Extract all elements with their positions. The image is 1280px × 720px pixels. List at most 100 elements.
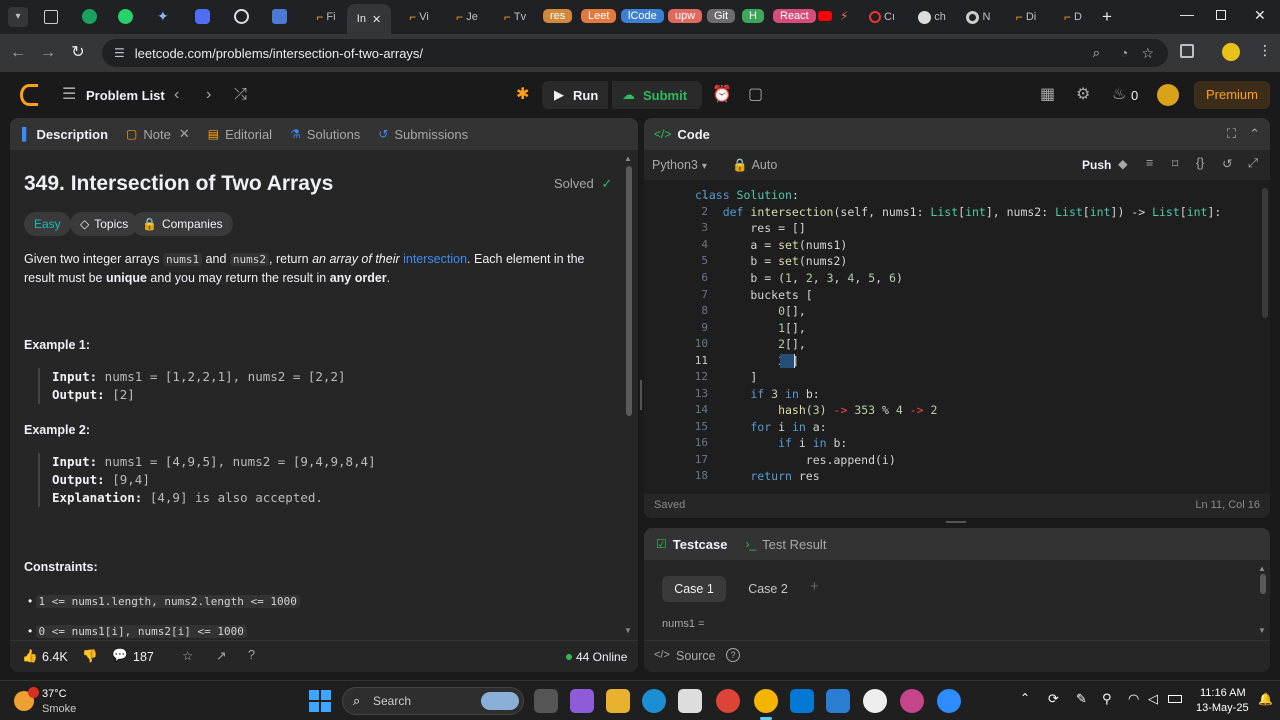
browser-tab-c[interactable]: Cı	[862, 4, 902, 30]
browser-tab-n[interactable]: N	[960, 4, 996, 30]
zoom-app-icon[interactable]	[937, 689, 961, 713]
comment-icon[interactable]: 💬	[112, 648, 128, 663]
streak-fire-icon[interactable]: ♨	[1112, 85, 1126, 105]
zoom-icon[interactable]: ⌕	[1093, 45, 1100, 61]
code-line[interactable]: if i in b:	[695, 436, 847, 450]
task-view-icon[interactable]	[534, 689, 558, 713]
description-scrollbar[interactable]	[626, 166, 632, 416]
scroll-up-icon[interactable]: ▲	[1258, 564, 1266, 573]
tray-pen-icon[interactable]: ✎	[1076, 691, 1087, 707]
code-line[interactable]: class Solution:	[695, 188, 799, 202]
pinned-tab-green-icon[interactable]	[82, 9, 97, 24]
shuffle-icon[interactable]: ⤮	[234, 85, 247, 105]
help-question-icon[interactable]: ?	[248, 648, 255, 662]
tab-editorial[interactable]: ▤ Editorial	[208, 127, 272, 142]
braces-icon[interactable]: {}	[1196, 156, 1204, 170]
teams-icon[interactable]	[900, 689, 924, 713]
panel-resize-handle[interactable]	[640, 380, 642, 410]
pinned-tab-notion[interactable]	[44, 10, 58, 24]
browser-tab-4[interactable]: ⌐ Je	[448, 4, 486, 30]
tab-group-git[interactable]: Git	[707, 9, 736, 23]
tab-submissions[interactable]: ↺ Submissions	[378, 127, 468, 142]
tab-group-lcode[interactable]: lCode	[621, 9, 664, 23]
companies-tag[interactable]: 🔒 Companies	[132, 212, 233, 236]
pinned-tab-app[interactable]	[195, 9, 210, 24]
reload-icon[interactable]: ↻	[68, 43, 88, 63]
code-line[interactable]: return res	[695, 469, 819, 483]
editor-testcase-resize-handle[interactable]	[946, 521, 966, 523]
browser-tab-5[interactable]: ⌐ Tv	[496, 4, 534, 30]
code-line[interactable]: if 3 in b:	[695, 387, 819, 401]
notes-icon[interactable]: ▢	[748, 85, 763, 105]
notepad-icon[interactable]	[826, 689, 850, 713]
youtube-tab-icon[interactable]	[818, 11, 832, 21]
code-line[interactable]: 0[],	[695, 304, 806, 318]
extensions-puzzle-icon[interactable]	[1180, 44, 1194, 58]
performance-icon[interactable]: ◔	[1121, 46, 1128, 60]
pinned-tab-openai[interactable]	[234, 9, 249, 24]
language-select[interactable]: Python3 ▾	[652, 158, 707, 172]
clock-time[interactable]: 11:16 AM	[1200, 687, 1246, 699]
maximize-icon[interactable]: ⛶	[1227, 126, 1236, 142]
code-line[interactable]: buckets [	[695, 288, 812, 302]
scroll-down-icon[interactable]: ▼	[624, 626, 632, 635]
testcase-scrollbar[interactable]	[1260, 574, 1266, 594]
debugger-bug-icon[interactable]: ✱	[516, 85, 529, 105]
favorite-star-icon[interactable]: ☆	[182, 648, 193, 663]
back-arrow-icon[interactable]: ←	[8, 43, 28, 63]
code-line[interactable]: def intersection(self, nums1: List[int],…	[695, 205, 1222, 219]
layout-grid-icon[interactable]: ▦	[1040, 85, 1055, 105]
next-problem-chevron-icon[interactable]: ›	[206, 85, 211, 105]
fullscreen-icon[interactable]: ⤢	[1248, 156, 1258, 171]
user-avatar[interactable]	[1157, 84, 1179, 106]
browser-tab-3[interactable]: ⌐ Vi	[400, 4, 438, 30]
difficulty-badge[interactable]: Easy	[24, 212, 71, 236]
forward-arrow-icon[interactable]: →	[38, 43, 58, 63]
note-close-icon[interactable]: ✕	[179, 126, 190, 142]
snipping-tool-icon[interactable]	[678, 689, 702, 713]
topics-tag[interactable]: ◇ Topics	[70, 212, 139, 236]
volume-icon[interactable]: ◁	[1148, 691, 1158, 707]
copilot-icon[interactable]	[570, 689, 594, 713]
show-hidden-icons-chevron[interactable]: ⌃	[1020, 691, 1030, 705]
tab-testcase[interactable]: ☑ Testcase	[656, 537, 727, 552]
help-question-icon[interactable]: ?	[726, 648, 740, 662]
tab-group-react[interactable]: React	[773, 9, 816, 23]
pinned-tab-x[interactable]	[272, 9, 287, 24]
code-line[interactable]: a = set(nums1)	[695, 238, 847, 252]
pinned-tab-gemini[interactable]: ✦	[157, 8, 169, 25]
browser-tab-github[interactable]: ch	[912, 4, 952, 30]
pinned-tab-whatsapp[interactable]	[118, 9, 133, 24]
profile-avatar[interactable]	[1222, 43, 1240, 61]
code-line[interactable]: b = set(nums2)	[695, 254, 847, 268]
case-2-button[interactable]: Case 2	[736, 576, 800, 602]
timer-alarm-icon[interactable]: ⏰	[712, 85, 732, 105]
browser-tab-active[interactable]: In ✕	[347, 4, 391, 34]
prev-problem-chevron-icon[interactable]: ‹	[174, 85, 179, 105]
browser-tab-1[interactable]: ⌐ Fi	[307, 4, 345, 30]
new-tab-plus-icon[interactable]: +	[1102, 7, 1112, 27]
problem-list-icon[interactable]: ☰	[62, 85, 76, 105]
source-link[interactable]: Source	[676, 649, 716, 663]
url-omnibox[interactable]: ☰ leetcode.com/problems/intersection-of-…	[102, 39, 1168, 67]
collapse-chevron-icon[interactable]: ⌃	[1249, 126, 1260, 142]
code-line[interactable]: hash(3) -> 353 % 4 -> 2	[695, 403, 937, 417]
tab-description[interactable]: ▌ Description	[22, 127, 108, 142]
tab-icon-rocket[interactable]: ⚡	[840, 9, 848, 23]
scroll-down-icon[interactable]: ▼	[1258, 626, 1266, 635]
run-button[interactable]: ▶ Run	[542, 81, 608, 109]
code-line[interactable]: 1[],	[695, 321, 806, 335]
bookmark-star-icon[interactable]: ☆	[1141, 45, 1154, 62]
thumbs-down-icon[interactable]: 👎	[82, 649, 98, 664]
window-close-icon[interactable]: ✕	[1254, 7, 1266, 24]
code-line[interactable]: res.append(i)	[695, 453, 896, 467]
clock-date[interactable]: 13-May-25	[1196, 702, 1249, 714]
code-line[interactable]: 2[],	[695, 337, 806, 351]
edge-browser-icon[interactable]	[642, 689, 666, 713]
tray-network-icon[interactable]: ⚲	[1102, 691, 1112, 707]
tab-search-button[interactable]: ▾	[8, 7, 28, 27]
reset-code-icon[interactable]: ↺	[1222, 156, 1232, 171]
site-info-icon[interactable]: ☰	[114, 46, 125, 60]
submit-button[interactable]: ☁ Submit	[612, 81, 702, 109]
push-button[interactable]: Push	[1082, 158, 1111, 172]
